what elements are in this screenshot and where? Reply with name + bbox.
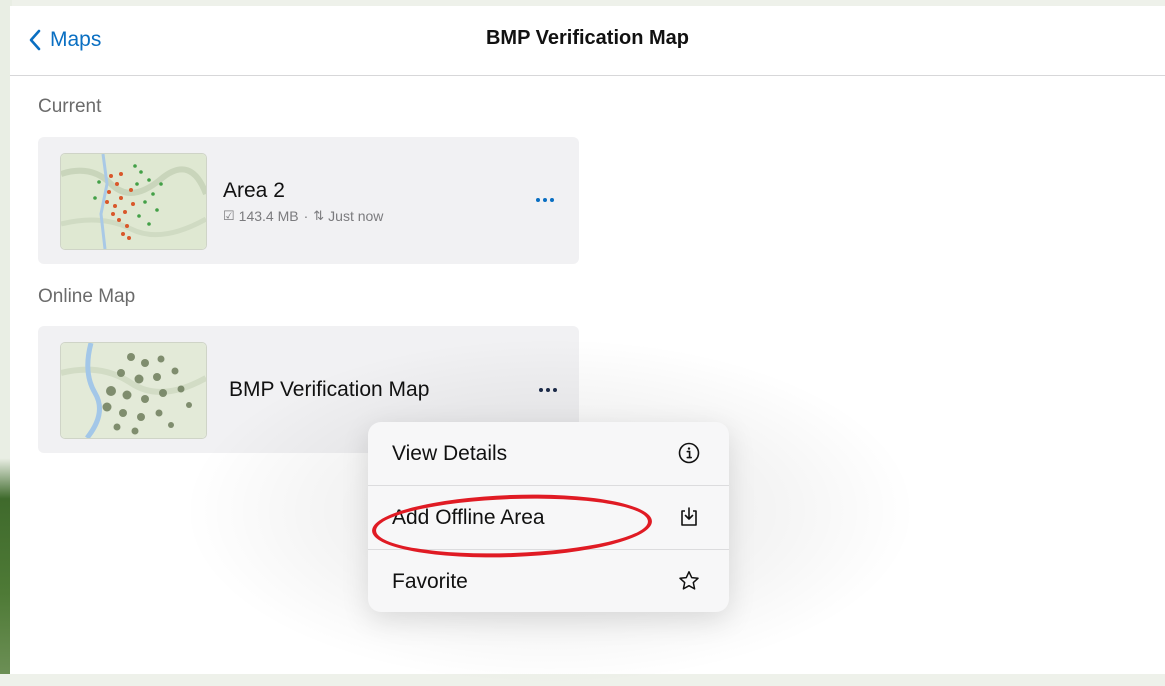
offline-area-card[interactable]: Area 2 ☑ 143.4 MB · ⇅ Just now (38, 137, 579, 264)
page-title: BMP Verification Map (485, 27, 689, 49)
dot (543, 198, 547, 202)
menu-item-label: View Details (392, 442, 508, 465)
offline-area-name: Area 2 (223, 179, 285, 202)
section-label-current: Current (38, 96, 102, 117)
app-window: Maps BMP Verification Map Current Area 2… (10, 6, 1165, 686)
menu-item-view-details[interactable]: View Details (368, 422, 729, 485)
map-thumbnail (60, 342, 207, 439)
star-outline-icon (679, 571, 699, 590)
storage-icon: ☑ (223, 208, 235, 223)
dot (550, 198, 554, 202)
download-tray-icon (681, 507, 697, 526)
map-thumbnail (60, 153, 207, 250)
meta-separator: · (303, 208, 309, 224)
info-circle-icon (678, 442, 700, 464)
more-options-button[interactable] (528, 190, 562, 210)
dot (536, 198, 540, 202)
offline-area-sync-status: Just now (328, 208, 384, 224)
section-label-online: Online Map (38, 286, 136, 307)
sync-icon: ⇅ (313, 208, 325, 223)
offline-area-size: 143.4 MB (238, 208, 299, 224)
offline-area-meta: ☑ 143.4 MB · ⇅ Just now (223, 208, 383, 224)
navigation-bar: Maps BMP Verification Map (10, 6, 1165, 76)
menu-item-label: Favorite (392, 570, 468, 593)
menu-item-favorite[interactable]: Favorite (368, 550, 729, 613)
